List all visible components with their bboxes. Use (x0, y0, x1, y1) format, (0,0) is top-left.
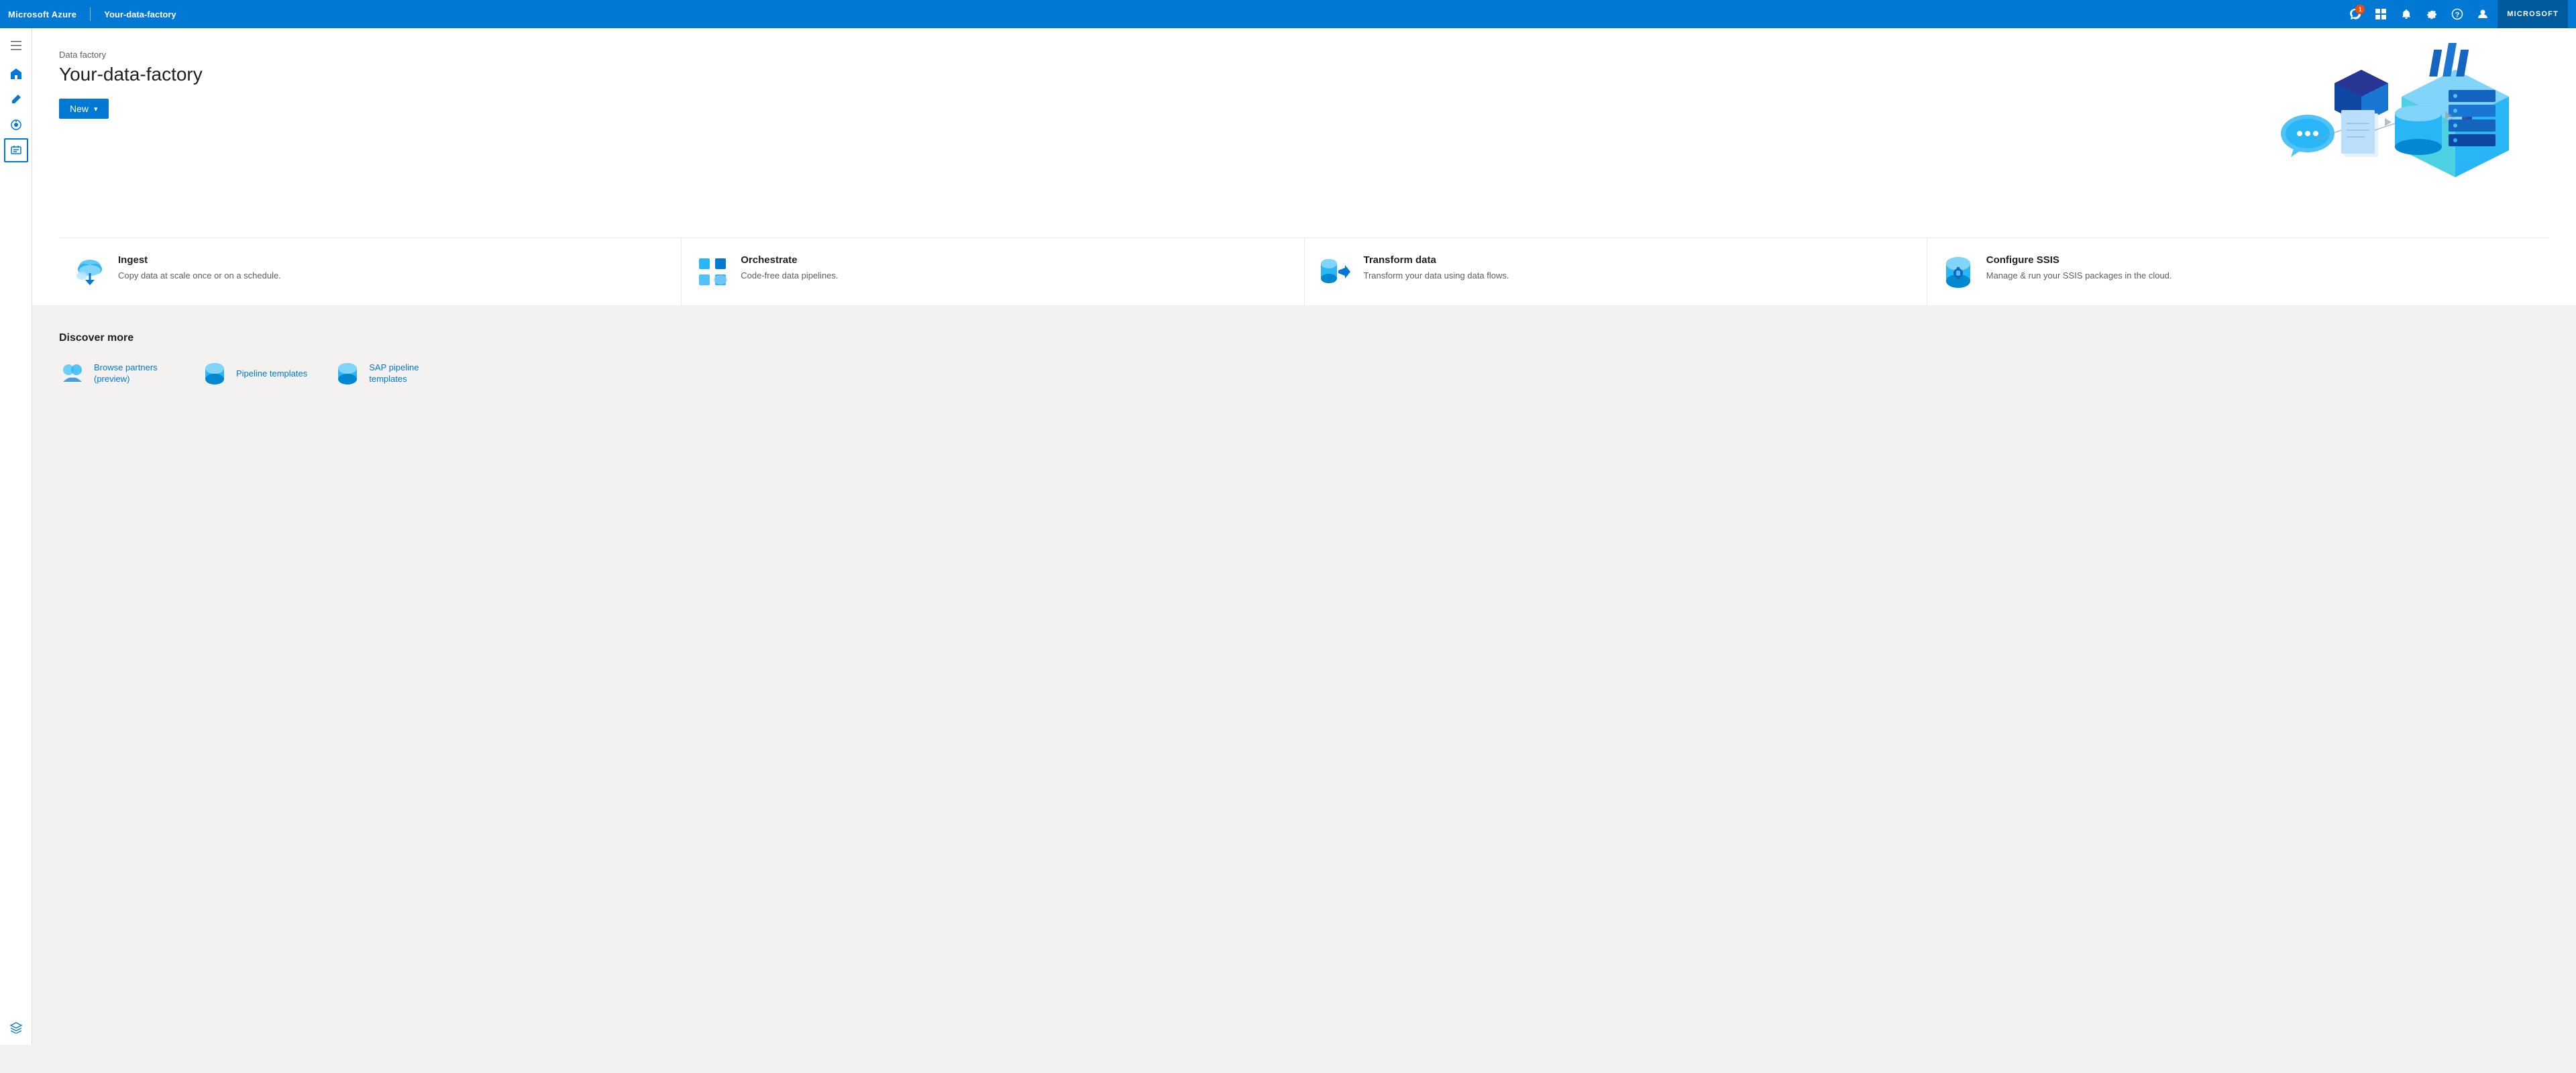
portal-icon[interactable] (2370, 3, 2392, 25)
top-navigation: Microsoft Azure Your-data-factory 1 ? MI… (0, 0, 2576, 28)
configure-ssis-icon (1941, 254, 1976, 289)
orchestrate-content: Orchestrate Code-free data pipelines. (741, 254, 838, 282)
discover-items: Browse partners (preview) Pipeline templ… (59, 360, 2549, 387)
configure-ssis-desc: Manage & run your SSIS packages in the c… (1986, 270, 2172, 282)
sidebar-item-monitor[interactable] (4, 113, 28, 137)
nav-page-title: Your-data-factory (104, 9, 176, 19)
settings-icon[interactable] (2421, 3, 2443, 25)
brand: Microsoft Azure Your-data-factory (8, 7, 176, 21)
action-cards: Ingest Copy data at scale once or on a s… (59, 238, 2549, 305)
browse-partners-icon (59, 360, 86, 387)
sidebar-item-learn[interactable] (4, 1015, 28, 1039)
discover-item-pipeline-templates[interactable]: Pipeline templates (201, 360, 307, 387)
ingest-title: Ingest (118, 254, 281, 266)
new-button[interactable]: New ▾ (59, 99, 109, 119)
nav-icons: 1 ? (2345, 3, 2493, 25)
azure-logo: Microsoft Azure (8, 9, 76, 19)
discover-item-browse-partners[interactable]: Browse partners (preview) (59, 360, 174, 387)
sidebar-item-author[interactable] (4, 87, 28, 111)
hero-section: Data factory Your-data-factory New ▾ (32, 28, 2576, 305)
user-account-button[interactable]: MICROSOFT (2498, 0, 2568, 28)
page-title: Your-data-factory (59, 64, 2200, 85)
sidebar-item-home[interactable] (4, 62, 28, 86)
help-icon[interactable]: ? (2447, 3, 2468, 25)
nav-divider (90, 7, 91, 21)
feedback-icon[interactable]: 1 (2345, 3, 2366, 25)
sidebar (0, 28, 32, 1045)
configure-ssis-content: Configure SSIS Manage & run your SSIS pa… (1986, 254, 2172, 282)
pipeline-templates-label: Pipeline templates (236, 368, 307, 380)
browse-partners-label: Browse partners (preview) (94, 362, 174, 385)
configure-ssis-title: Configure SSIS (1986, 254, 2172, 266)
ingest-content: Ingest Copy data at scale once or on a s… (118, 254, 281, 282)
orchestrate-icon (695, 254, 730, 289)
notification-badge: 1 (2355, 5, 2365, 14)
discover-title: Discover more (59, 332, 2549, 344)
transform-title: Transform data (1364, 254, 1509, 266)
ingest-icon (72, 254, 107, 289)
discover-item-sap-pipeline-templates[interactable]: SAP pipeline templates (334, 360, 449, 387)
svg-text:?: ? (2455, 11, 2460, 19)
main-content: Data factory Your-data-factory New ▾ (32, 28, 2576, 1045)
chevron-down-icon: ▾ (94, 105, 98, 113)
pipeline-templates-icon (201, 360, 228, 387)
notifications-icon[interactable] (2396, 3, 2417, 25)
sidebar-item-manage[interactable] (4, 138, 28, 162)
hero-left: Data factory Your-data-factory New ▾ (59, 50, 2200, 119)
transform-desc: Transform your data using data flows. (1364, 270, 1509, 282)
discover-section: Discover more Browse partners (preview) (32, 311, 2576, 409)
hero-illustration (2200, 36, 2549, 211)
sap-pipeline-templates-icon (334, 360, 361, 387)
orchestrate-desc: Code-free data pipelines. (741, 270, 838, 282)
transform-content: Transform data Transform your data using… (1364, 254, 1509, 282)
orchestrate-title: Orchestrate (741, 254, 838, 266)
action-card-transform[interactable]: Transform data Transform your data using… (1305, 238, 1927, 305)
sap-pipeline-templates-label: SAP pipeline templates (369, 362, 449, 385)
action-card-configure-ssis[interactable]: Configure SSIS Manage & run your SSIS pa… (1927, 238, 2549, 305)
sidebar-toggle[interactable] (4, 34, 28, 58)
action-card-ingest[interactable]: Ingest Copy data at scale once or on a s… (59, 238, 682, 305)
profile-icon[interactable] (2472, 3, 2493, 25)
transform-icon (1318, 254, 1353, 289)
new-button-label: New (70, 103, 89, 114)
action-card-orchestrate[interactable]: Orchestrate Code-free data pipelines. (682, 238, 1304, 305)
ingest-desc: Copy data at scale once or on a schedule… (118, 270, 281, 282)
breadcrumb: Data factory (59, 50, 2200, 60)
